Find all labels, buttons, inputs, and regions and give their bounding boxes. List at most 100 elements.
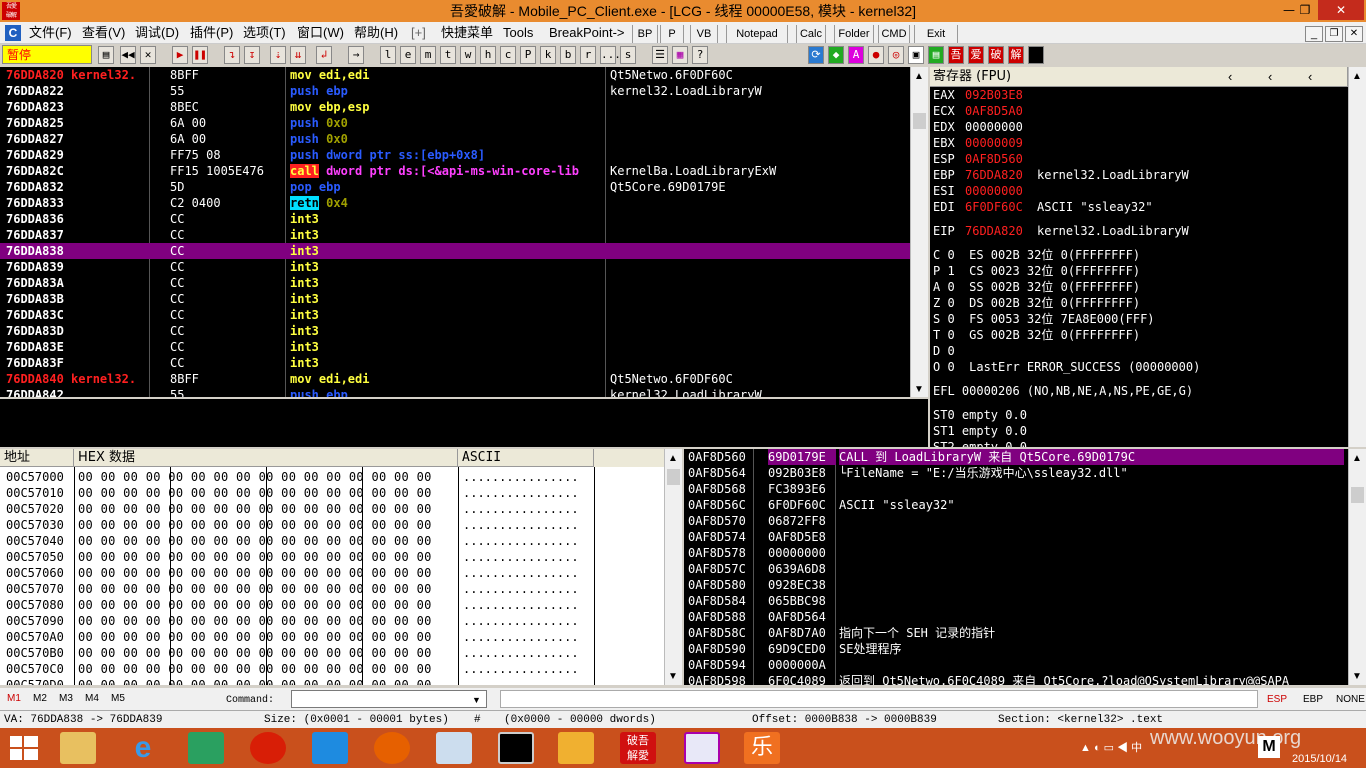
dump-row[interactable]: 00C570A0 00 00 00 00 00 00 00 00 00 00 00… xyxy=(0,629,594,645)
tab-cmd[interactable]: CMD xyxy=(878,25,910,43)
register-value[interactable]: 6F0DF60C xyxy=(965,199,1035,215)
fpu-row[interactable]: ST0 empty 0.0 xyxy=(930,407,1348,423)
stack-row[interactable]: 0AF8D568 FC3893E6 xyxy=(684,481,1348,497)
plugin-calc-icon[interactable]: ▤ xyxy=(928,46,944,64)
scroll-up-icon[interactable]: ▲ xyxy=(1352,69,1362,85)
tool-w-button[interactable]: w xyxy=(460,46,476,64)
execute-till-return-icon[interactable]: ↲ xyxy=(316,46,332,64)
mdi-close-button[interactable]: ✕ xyxy=(1345,26,1363,42)
scroll-thumb[interactable] xyxy=(913,113,926,129)
dump-col-hex[interactable]: HEX 数据 xyxy=(74,449,458,467)
scroll-down-icon[interactable]: ▼ xyxy=(914,382,924,398)
stack-row[interactable]: 0AF8D58C 0AF8D7A0 指向下一个 SEH 记录的指针 xyxy=(684,625,1348,641)
none-button[interactable]: NONE xyxy=(1336,692,1365,708)
flag-row[interactable]: A 0 SS 002B 32位 0(FFFFFFFF) xyxy=(930,279,1348,295)
flag-row[interactable]: P 1 CS 0023 32位 0(FFFFFFFF) xyxy=(930,263,1348,279)
stack-row[interactable]: 0AF8D56C 6F0DF60C ASCII "ssleay32" xyxy=(684,497,1348,513)
tool-m-button[interactable]: m xyxy=(420,46,436,64)
disasm-row[interactable]: 76DDA83D CC int3 xyxy=(0,323,910,339)
disasm-row[interactable]: 76DDA83A CC int3 xyxy=(0,275,910,291)
clock-date[interactable]: 2015/10/14 xyxy=(1292,751,1347,767)
dangle-game-icon[interactable]: 乐 xyxy=(744,732,780,764)
stack-row[interactable]: 0AF8D594 0000000A xyxy=(684,657,1348,673)
black-square-icon[interactable] xyxy=(1028,46,1044,64)
fpu-row[interactable]: ST1 empty 0.0 xyxy=(930,423,1348,439)
dump-row[interactable]: 00C57090 00 00 00 00 00 00 00 00 00 00 00… xyxy=(0,613,594,629)
tray-icons[interactable]: ▲ ◐ ▭ ◀ 中 xyxy=(1080,740,1142,756)
logo-ai-icon[interactable]: 爱 xyxy=(968,46,984,64)
title-bar[interactable]: 吾愛 破解 吾愛破解 - Mobile_PC_Client.exe - [LCG … xyxy=(0,0,1366,22)
disasm-row[interactable]: 76DDA83B CC int3 xyxy=(0,291,910,307)
dump-row[interactable]: 00C57070 00 00 00 00 00 00 00 00 00 00 00… xyxy=(0,581,594,597)
tool-b-button[interactable]: b xyxy=(560,46,576,64)
register-row[interactable]: EBX 00000009 xyxy=(930,135,1348,151)
menu-shortcut[interactable]: 快捷菜单 xyxy=(441,25,493,41)
register-row[interactable]: ESP 0AF8D560 xyxy=(930,151,1348,167)
command-input[interactable] xyxy=(291,690,487,708)
window-app-icon[interactable] xyxy=(558,732,594,764)
pause-icon[interactable]: ❚❚ xyxy=(192,46,208,64)
close-button[interactable]: ✕ xyxy=(1318,0,1364,20)
scroll-up-icon[interactable]: ▲ xyxy=(914,69,924,85)
dump-row[interactable]: 00C570C0 00 00 00 00 00 00 00 00 00 00 00… xyxy=(0,661,594,677)
plugin-target-icon[interactable]: ◎ xyxy=(888,46,904,64)
register-value[interactable]: 092B03E8 xyxy=(965,87,1035,103)
tab-folder[interactable]: Folder xyxy=(834,25,874,43)
refresh-icon[interactable]: ⟳ xyxy=(808,46,824,64)
tool-more-button[interactable]: ... xyxy=(600,46,621,64)
tool-p-button[interactable]: P xyxy=(520,46,536,64)
logo-jie-icon[interactable]: 解 xyxy=(1008,46,1024,64)
register-value[interactable]: 76DDA820 xyxy=(965,167,1035,183)
stack-row[interactable]: 0AF8D564 092B03E8 └FileName = "E:/当乐游戏中心\s… xyxy=(684,465,1348,481)
disasm-row[interactable]: 76DDA833 C2 0400 retn 0x4 xyxy=(0,195,910,211)
dump-row[interactable]: 00C57060 00 00 00 00 00 00 00 00 00 00 00… xyxy=(0,565,594,581)
disasm-row[interactable]: 76DDA842 55 push ebp kernel32.LoadLibraryW xyxy=(0,387,910,397)
stack-row[interactable]: 0AF8D574 0AF8D5E8 xyxy=(684,529,1348,545)
disasm-row[interactable]: 76DDA838 CC int3 xyxy=(0,243,910,259)
menu-help[interactable]: 帮助(H) xyxy=(354,25,398,41)
dump-row[interactable]: 00C57050 00 00 00 00 00 00 00 00 00 00 00… xyxy=(0,549,594,565)
menu-tools[interactable]: Tools xyxy=(503,25,533,41)
tool-app-icon[interactable] xyxy=(684,732,720,764)
disassembly-pane[interactable]: 76DDA820 kernel32. 8BFF mov edi,edi Qt5Netw… xyxy=(0,67,910,397)
disasm-row[interactable]: 76DDA83F CC int3 xyxy=(0,355,910,371)
monitor-app-icon[interactable] xyxy=(436,732,472,764)
logo-wu-icon[interactable]: 吾 xyxy=(948,46,964,64)
dump-row[interactable]: 00C57020 00 00 00 00 00 00 00 00 00 00 00… xyxy=(0,501,594,517)
stack-row[interactable]: 0AF8D578 00000000 xyxy=(684,545,1348,561)
tool-e-button[interactable]: e xyxy=(400,46,416,64)
stack-row[interactable]: 0AF8D584 065BBC98 xyxy=(684,593,1348,609)
stack-scrollbar[interactable]: ▲ ▼ xyxy=(1348,449,1366,685)
ebp-button[interactable]: EBP xyxy=(1303,692,1323,708)
stack-row[interactable]: 0AF8D560 69D0179E CALL 到 LoadLibraryW 来自 Q… xyxy=(684,449,1348,465)
registers-scrollbar[interactable]: ▲ xyxy=(1348,67,1366,447)
tool-c-button[interactable]: c xyxy=(500,46,516,64)
disasm-row[interactable]: 76DDA827 6A 00 push 0x0 xyxy=(0,131,910,147)
disasm-row[interactable]: 76DDA820 kernel32. 8BFF mov edi,edi Qt5Netw… xyxy=(0,67,910,83)
wuaipojie-debugger-icon[interactable]: 破吾解愛 xyxy=(620,732,656,764)
fpu-row[interactable]: ST2 empty 0.0 xyxy=(930,439,1348,447)
stack-pane[interactable]: 0AF8D560 69D0179E CALL 到 LoadLibraryW 来自 Q… xyxy=(684,449,1348,685)
list-icon[interactable]: ☰ xyxy=(652,46,668,64)
menu-view[interactable]: 查看(V) xyxy=(82,25,125,41)
disasm-row[interactable]: 76DDA832 5D pop ebp Qt5Core.69D0179E xyxy=(0,179,910,195)
disasm-row[interactable]: 76DDA823 8BEC mov ebp,esp xyxy=(0,99,910,115)
register-row[interactable]: EDI 6F0DF60C ASCII "ssleay32" xyxy=(930,199,1348,215)
flag-row[interactable]: C 0 ES 002B 32位 0(FFFFFFFF) xyxy=(930,247,1348,263)
bird-app-icon[interactable] xyxy=(312,732,348,764)
register-row[interactable]: EAX 092B03E8 xyxy=(930,87,1348,103)
dump-row[interactable]: 00C570D0 00 00 00 00 00 00 00 00 00 00 00… xyxy=(0,677,594,685)
tab-calc[interactable]: Calc xyxy=(796,25,826,43)
disasm-row[interactable]: 76DDA837 CC int3 xyxy=(0,227,910,243)
firefox-icon[interactable] xyxy=(374,732,410,764)
app-menu-icon[interactable]: C xyxy=(5,25,21,41)
mdi-minimize-button[interactable]: _ xyxy=(1305,26,1323,42)
register-value[interactable]: 0AF8D5A0 xyxy=(965,103,1035,119)
mark-m5[interactable]: M5 xyxy=(111,691,125,707)
open-icon[interactable]: ▤ xyxy=(98,46,114,64)
tab-bp[interactable]: BP xyxy=(632,25,658,43)
prev-icon[interactable]: ‹ xyxy=(1308,69,1312,85)
flag-row[interactable]: T 0 GS 002B 32位 0(FFFFFFFF) xyxy=(930,327,1348,343)
dump-scrollbar[interactable]: ▲ ▼ xyxy=(664,449,682,685)
step-into-icon[interactable]: ↴ xyxy=(224,46,240,64)
